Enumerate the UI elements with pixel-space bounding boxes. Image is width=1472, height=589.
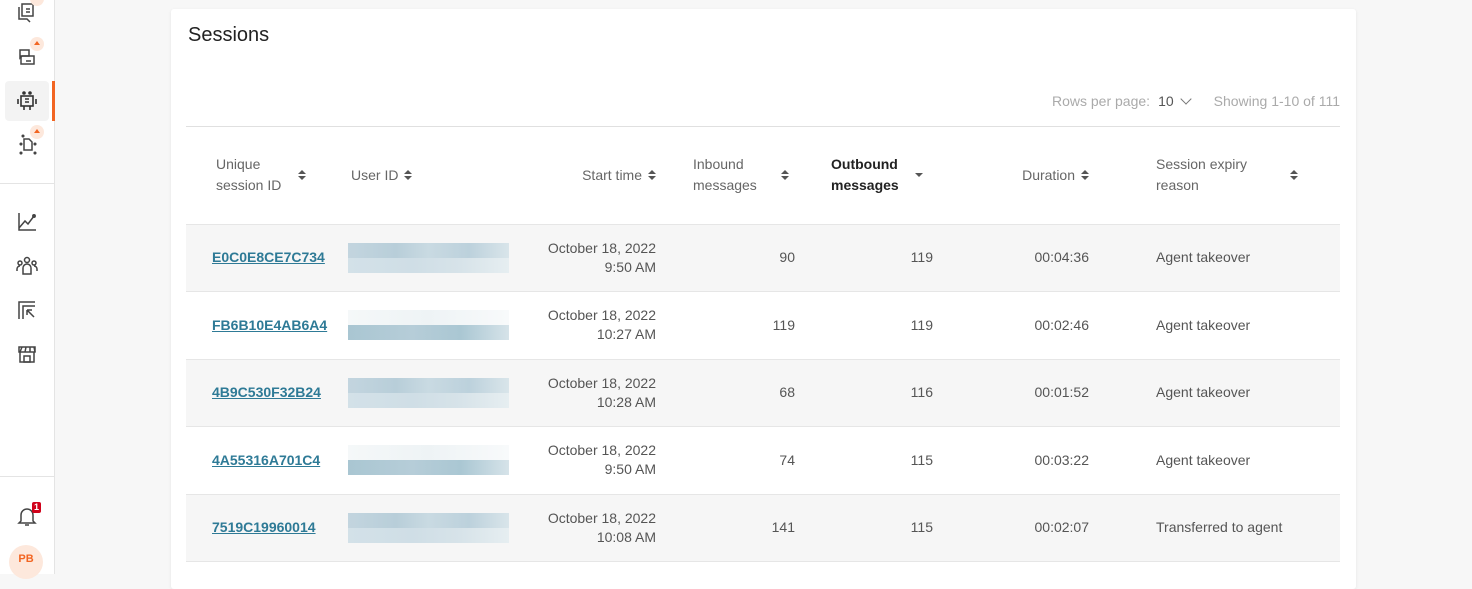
sessions-table: Unique session ID User ID Start time Inb… bbox=[186, 127, 1340, 562]
column-header-duration[interactable]: Duration bbox=[933, 127, 1089, 224]
start-time: 9:50 AM bbox=[604, 258, 656, 275]
session-id-link[interactable]: E0C0E8CE7C734 bbox=[212, 248, 331, 267]
column-header-inbound[interactable]: Inbound messages bbox=[656, 127, 795, 224]
table-row[interactable]: E0C0E8CE7C734 October 18, 2022 9:50 AM 90… bbox=[186, 224, 1340, 292]
update-badge bbox=[30, 125, 44, 139]
start-date: October 18, 2022 bbox=[547, 374, 656, 391]
expiry-reason: Agent takeover bbox=[1156, 384, 1251, 401]
inbound-count: 74 bbox=[779, 451, 795, 468]
user-id-redacted bbox=[348, 377, 509, 408]
session-id-link[interactable]: 4A55316A701C4 bbox=[212, 451, 331, 470]
expiry-reason: Agent takeover bbox=[1156, 249, 1251, 266]
inbound-count: 141 bbox=[771, 519, 795, 536]
bot-icon bbox=[17, 91, 37, 110]
user-id-redacted bbox=[348, 310, 509, 341]
sort-icon[interactable] bbox=[648, 170, 656, 181]
page-title: Sessions bbox=[188, 24, 270, 46]
export-arrow-icon bbox=[18, 301, 35, 319]
table-row[interactable]: FB6B10E4AB6A4 October 18, 2022 10:27 AM 1… bbox=[186, 291, 1340, 360]
sort-icon[interactable] bbox=[1081, 170, 1089, 181]
column-header-session-id[interactable]: Unique session ID bbox=[186, 127, 331, 224]
start-time: 9:50 AM bbox=[604, 461, 656, 478]
notification-count-badge: 1 bbox=[31, 502, 41, 513]
sidebar-item-people[interactable] bbox=[5, 246, 49, 286]
table-row[interactable]: 4A55316A701C4 October 18, 2022 9:50 AM 74… bbox=[186, 426, 1340, 495]
sidebar-item-store[interactable] bbox=[5, 334, 49, 374]
duration: 00:02:07 bbox=[1034, 519, 1090, 536]
column-header-outbound[interactable]: Outbound messages bbox=[795, 127, 933, 224]
column-header-expiry-reason[interactable]: Session expiry reason bbox=[1089, 127, 1340, 224]
duration: 00:04:36 bbox=[1034, 249, 1090, 266]
start-date: October 18, 2022 bbox=[547, 442, 656, 459]
sort-desc-icon[interactable] bbox=[915, 173, 923, 178]
start-date: October 18, 2022 bbox=[547, 239, 656, 256]
sort-icon[interactable] bbox=[1290, 170, 1298, 181]
expiry-reason: Agent takeover bbox=[1156, 451, 1251, 468]
duration: 00:01:52 bbox=[1034, 384, 1090, 401]
session-id-link[interactable]: 7519C19960014 bbox=[212, 518, 331, 537]
inbound-count: 119 bbox=[772, 316, 795, 333]
duration: 00:02:46 bbox=[1034, 316, 1090, 333]
sidebar-item-analytics[interactable] bbox=[5, 202, 49, 242]
start-date: October 18, 2022 bbox=[547, 509, 656, 526]
expiry-reason: Agent takeover bbox=[1156, 316, 1251, 333]
sessions-card: Sessions Rows per page: 10 Showing 1-10 … bbox=[171, 9, 1356, 589]
start-time: 10:27 AM bbox=[596, 326, 656, 343]
column-header-start-time[interactable]: Start time bbox=[516, 127, 656, 224]
inbound-count: 90 bbox=[779, 249, 795, 266]
inbound-count: 68 bbox=[779, 384, 795, 401]
sidebar-item-conversations[interactable] bbox=[5, 0, 49, 32]
rows-per-page-select[interactable]: 10 bbox=[1158, 93, 1174, 109]
sidebar: 1 PB bbox=[0, 0, 55, 579]
start-date: October 18, 2022 bbox=[547, 307, 656, 324]
sidebar-divider bbox=[0, 476, 54, 477]
rows-per-page-label: Rows per page: bbox=[1052, 93, 1151, 109]
chevron-down-icon[interactable] bbox=[1179, 92, 1192, 105]
user-id-redacted bbox=[348, 445, 509, 476]
pagination-controls: Rows per page: 10 Showing 1-10 of 111 bbox=[1052, 92, 1340, 109]
user-id-redacted bbox=[348, 512, 509, 543]
notifications-button[interactable]: 1 bbox=[5, 496, 49, 536]
people-group-icon bbox=[16, 256, 38, 275]
session-id-link[interactable]: 4B9C530F32B24 bbox=[212, 383, 331, 402]
outbound-count: 115 bbox=[910, 451, 933, 468]
sidebar-item-forms[interactable] bbox=[5, 37, 49, 77]
storefront-icon bbox=[18, 346, 36, 363]
sort-icon[interactable] bbox=[404, 170, 413, 181]
sort-icon[interactable] bbox=[298, 170, 306, 181]
active-indicator bbox=[52, 81, 55, 121]
showing-count: Showing 1-10 of 111 bbox=[1213, 93, 1340, 109]
expiry-reason: Transferred to agent bbox=[1156, 519, 1283, 536]
outbound-count: 119 bbox=[910, 249, 933, 266]
outbound-count: 116 bbox=[910, 384, 933, 401]
sort-icon[interactable] bbox=[781, 170, 789, 181]
table-row[interactable]: 4B9C530F32B24 October 18, 2022 10:28 AM 6… bbox=[186, 359, 1340, 427]
table-row[interactable]: 7519C19960014 October 18, 2022 10:08 AM 1… bbox=[186, 494, 1340, 562]
duration: 00:03:22 bbox=[1034, 451, 1090, 468]
sidebar-item-documents[interactable] bbox=[5, 125, 49, 165]
user-id-redacted bbox=[348, 242, 509, 273]
start-time: 10:08 AM bbox=[596, 528, 656, 545]
column-header-user-id[interactable]: User ID bbox=[331, 127, 516, 224]
sidebar-divider bbox=[0, 183, 54, 184]
session-id-link[interactable]: FB6B10E4AB6A4 bbox=[212, 316, 331, 335]
outbound-count: 119 bbox=[910, 316, 933, 333]
update-badge bbox=[30, 37, 44, 51]
sidebar-item-bots[interactable] bbox=[5, 81, 49, 121]
sidebar-item-export[interactable] bbox=[5, 290, 49, 330]
start-time: 10:28 AM bbox=[596, 393, 656, 410]
outbound-count: 115 bbox=[910, 519, 933, 536]
analytics-chart-icon bbox=[18, 213, 36, 231]
